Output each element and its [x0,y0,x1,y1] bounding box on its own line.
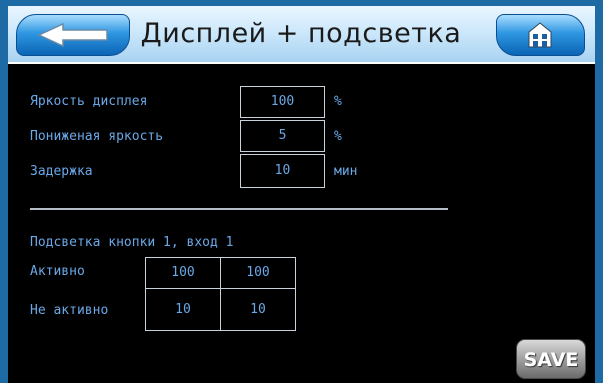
back-button[interactable] [16,14,130,56]
brightness-value-field[interactable]: 100 [240,86,325,118]
page-title: Дисплей + подсветка [140,18,462,49]
active-value-field-2[interactable]: 100 [220,257,296,289]
active-label: Активно [30,264,85,279]
delay-value-field[interactable]: 10 [240,154,325,188]
backlight-section-title: Подсветка кнопки 1, вход 1 [30,235,234,250]
screen: Дисплей + подсветка Яркость дисплея 100 … [8,6,595,383]
home-button[interactable] [496,14,585,56]
header-bar: Дисплей + подсветка [8,6,595,64]
home-icon [528,22,552,48]
divider [30,208,448,210]
inactive-label: Не активно [30,303,109,318]
arrow-left-icon [37,23,108,47]
inactive-value-field-2[interactable]: 10 [220,288,296,331]
delay-label: Задержка [30,164,93,179]
dim-brightness-value-field[interactable]: 5 [240,120,325,152]
brightness-label: Яркость дисплея [30,94,148,109]
dim-brightness-unit: % [334,129,342,144]
window-frame: Дисплей + подсветка Яркость дисплея 100 … [0,0,603,383]
inactive-value-field-1[interactable]: 10 [145,288,221,331]
active-value-field-1[interactable]: 100 [145,257,221,289]
save-button[interactable]: SAVE [516,339,586,379]
delay-unit: мин [334,164,358,179]
brightness-unit: % [334,94,342,109]
dim-brightness-label: Пониженая яркость [30,129,164,144]
